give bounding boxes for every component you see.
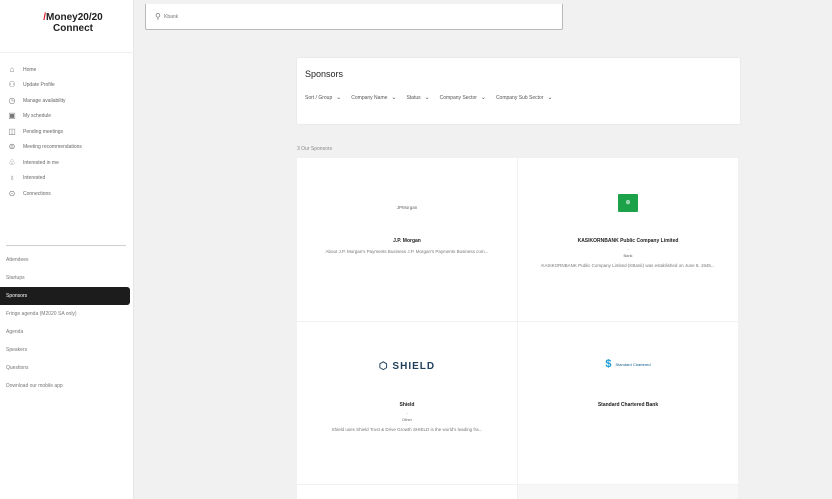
clock-icon: ◷ (8, 95, 16, 105)
thumb-icon: ♁ (9, 173, 15, 183)
shield-logo-text: SHIELD (392, 361, 436, 372)
shield-logo: ⬡ SHIELD (378, 361, 436, 372)
nav-plain-list: Attendees Startups Sponsors Fringe agend… (0, 251, 134, 395)
standard-chartered-logo: $ Standard Chartered (605, 358, 650, 370)
kbank-logo: ⊕ (618, 194, 638, 212)
sponsor-logo: JPMorgan (297, 196, 517, 214)
filter-label: Company Sector (439, 94, 477, 101)
sidebar-item-update-profile[interactable]: ⚇ Update Profile (6, 78, 130, 94)
sponsor-name: Shield (399, 402, 415, 408)
sponsor-card[interactable]: $ Standard Chartered Standard Chartered B… (518, 322, 738, 484)
chevron-down-icon: ⌄ (336, 95, 342, 101)
sponsor-name: J.P. Morgan (393, 238, 421, 244)
sidebar-item-interested[interactable]: ♁ Interested (6, 171, 130, 187)
sidebar-item-home[interactable]: ⌂ Home (6, 62, 130, 78)
filter-company-sector[interactable]: Company Sector ⌄ (439, 94, 486, 102)
sidebar-item-label: Interested in me (23, 159, 59, 166)
sponsor-card[interactable]: JPMorgan J.P. Morgan About J.P. Morgan's… (297, 158, 517, 321)
sidebar-item-interested-in-me[interactable]: ♧ Interested in me (6, 155, 130, 171)
sponsor-logo: ⬡ SHIELD (297, 356, 517, 374)
sidebar-item-agenda[interactable]: Agenda (0, 323, 134, 341)
sidebar-item-label: Manage availability (23, 97, 66, 104)
sidebar-item-startups[interactable]: Startups (0, 269, 134, 287)
chevron-down-icon: ⌄ (424, 95, 430, 101)
sidebar-item-label: Interested (23, 175, 46, 182)
recommend-icon: ⊜ (8, 142, 16, 152)
nav-icon-list: ⌂ Home ⚇ Update Profile ◷ Manage availabili… (6, 62, 130, 202)
filter-label: Sort / Group (305, 94, 333, 101)
sidebar-item-download-app[interactable]: Download our mobile app (0, 377, 134, 395)
sidebar-item-label: My schedule (23, 113, 52, 120)
filter-label: Status (406, 94, 421, 101)
filter-status[interactable]: Status ⌄ (406, 94, 430, 102)
filter-company-name[interactable]: Company Name ⌄ (351, 94, 397, 102)
sidebar: /Money20/20 Connect ⌂ Home ⚇ Update Profil… (0, 0, 134, 499)
scb-logo-text: Standard Chartered (615, 361, 651, 367)
sponsor-status: - (627, 246, 629, 251)
sponsors-header-card: Sponsors Sort / Group ⌄ Company Name ⌄ Sta… (297, 58, 740, 124)
sidebar-item-my-schedule[interactable]: ▣ My schedule (6, 109, 130, 125)
scb-mark-icon: $ (605, 358, 612, 370)
sponsor-card[interactable]: ⊕ KASIKORNBANK Public Company Limited - … (518, 158, 738, 321)
sponsor-name: KASIKORNBANK Public Company Limited (577, 238, 679, 244)
filter-label: Company Name (351, 94, 388, 101)
user-icon: ⚇ (8, 80, 16, 90)
search-bar[interactable]: ⚲ Kbank (145, 4, 563, 30)
sidebar-item-label: Meeting recommendations (23, 144, 82, 151)
sponsor-description: Shield uses Shield Trust & Drive Growth … (331, 427, 483, 432)
sidebar-item-fringe-agenda[interactable]: Fringe agenda (M2020 SA only) (0, 305, 134, 323)
sponsor-card-partial[interactable] (297, 485, 517, 499)
page-title: Sponsors (305, 69, 344, 79)
logo-divider (0, 52, 134, 53)
sponsor-sector: Other (401, 417, 412, 422)
chevron-down-icon: ⌄ (391, 95, 397, 101)
search-input[interactable]: Kbank (164, 14, 178, 20)
sponsor-logo: ⊕ (518, 191, 738, 212)
chevron-down-icon: ⌄ (547, 95, 553, 101)
sidebar-item-label: Connections (23, 190, 51, 197)
sponsor-logo: $ Standard Chartered (518, 354, 738, 372)
filter-bar: Sort / Group ⌄ Company Name ⌄ Status ⌄ Comp… (305, 94, 553, 102)
sponsor-sector: Bank (623, 253, 633, 258)
sidebar-item-questions[interactable]: Questions (0, 359, 134, 377)
interested-icon: ♧ (8, 157, 16, 167)
filter-sort-group[interactable]: Sort / Group ⌄ (305, 94, 342, 102)
nav-divider (6, 245, 126, 246)
sidebar-item-connections[interactable]: ⊙ Connections (6, 186, 130, 202)
filter-company-sub-sector[interactable]: Company Sub Sector ⌄ (495, 94, 553, 102)
sidebar-item-meeting-recommendations[interactable]: ⊜ Meeting recommendations (6, 140, 130, 156)
sponsor-name: Standard Chartered Bank (597, 402, 659, 408)
logo-line2: Connect (53, 23, 93, 34)
sponsor-description: KASIKORNBANK Public Company Limited (KBa… (541, 263, 715, 268)
sidebar-item-attendees[interactable]: Attendees (0, 251, 134, 269)
home-icon: ⌂ (9, 64, 15, 74)
search-icon: ⚲ (155, 12, 161, 21)
pending-icon: ◫ (8, 126, 16, 136)
sidebar-item-label: Home (23, 66, 37, 73)
sponsor-card[interactable]: ⬡ SHIELD Shield - Other Shield uses Shie… (297, 322, 517, 484)
connections-icon: ⊙ (8, 188, 16, 198)
jpmorgan-logo: JPMorgan (396, 205, 418, 210)
sidebar-item-pending-meetings[interactable]: ◫ Pending meetings (6, 124, 130, 140)
sidebar-item-label: Update Profile (23, 82, 55, 89)
sidebar-item-speakers[interactable]: Speakers (0, 341, 134, 359)
sponsor-card-partial[interactable] (518, 485, 738, 499)
calendar-icon: ▣ (8, 111, 16, 121)
sidebar-item-sponsors[interactable]: Sponsors (0, 287, 130, 305)
filter-label: Company Sub Sector (495, 94, 544, 101)
chevron-down-icon: ⌄ (480, 95, 486, 101)
sidebar-item-manage-availability[interactable]: ◷ Manage availability (6, 93, 130, 109)
sponsor-count: 3 Our Sponsors (297, 146, 333, 152)
sidebar-item-label: Pending meetings (23, 128, 64, 135)
brand-logo[interactable]: /Money20/20 Connect (28, 12, 118, 34)
sponsor-description: About J.P. Morgan's Payments Business J.… (325, 249, 489, 254)
sponsor-status: - (406, 410, 408, 415)
logo-line1: Money20/20 (46, 12, 103, 23)
